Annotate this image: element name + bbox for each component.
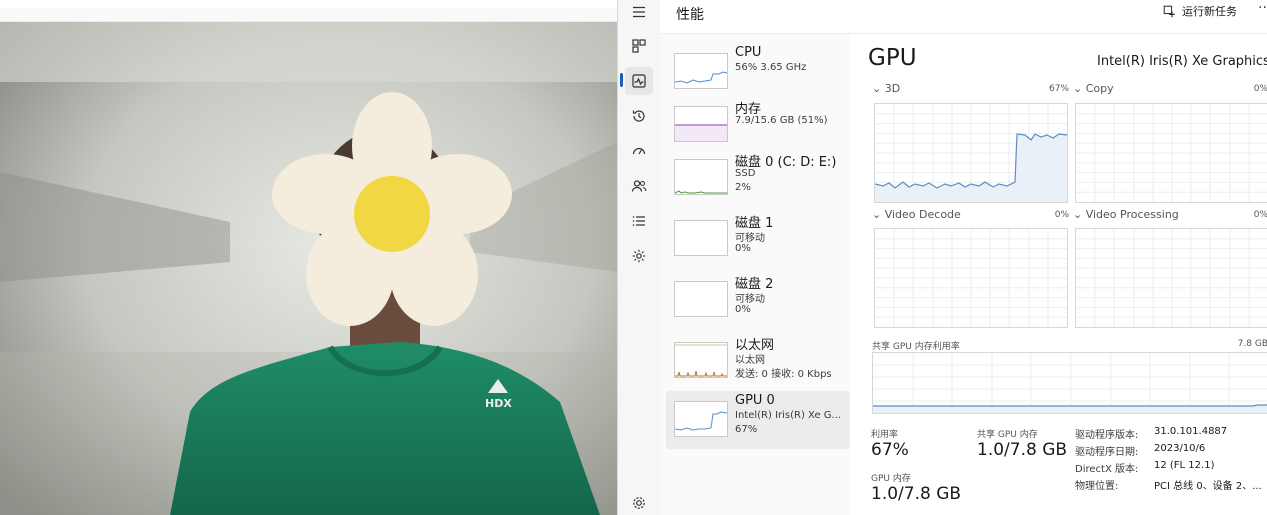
app-history-icon[interactable] xyxy=(625,102,653,130)
utilization-label: 利用率 xyxy=(871,430,899,440)
physical-location-label: 物理位置: xyxy=(1075,481,1119,492)
nav-rail xyxy=(618,0,660,515)
engine-selector-video-decode[interactable]: ⌄ Video Decode xyxy=(872,208,961,221)
photo-toolbar xyxy=(0,0,617,22)
gpu-detail-panel: GPU Intel(R) Iris(R) Xe Graphics ⌄ 3D 67… xyxy=(861,34,1267,515)
startup-icon[interactable] xyxy=(625,137,653,165)
directx-version-value: 12 (FL 12.1) xyxy=(1154,460,1215,471)
utilization-value: 67% xyxy=(871,440,909,460)
engine-pct-copy: 0% xyxy=(1253,84,1267,94)
shared-memory-max: 7.8 GB xyxy=(1237,339,1267,349)
svg-text:HDX: HDX xyxy=(485,397,512,410)
resource-detail: 可移动 xyxy=(735,294,765,305)
resource-name: CPU xyxy=(735,45,762,60)
run-new-task-button[interactable]: 运行新任务 xyxy=(1163,3,1237,19)
driver-version-label: 驱动程序版本: xyxy=(1075,430,1139,441)
resource-detail: Intel(R) Iris(R) Xe G... xyxy=(735,410,842,421)
disk1-thumbnail-graph xyxy=(674,220,728,256)
resource-item-disk-0[interactable]: 磁盘 0 (C: D: E:) SSD 2% xyxy=(666,149,850,207)
shared-gpu-memory-label: 共享 GPU 内存 xyxy=(977,430,1038,440)
driver-date-value: 2023/10/6 xyxy=(1154,443,1206,454)
resource-item-disk-2[interactable]: 磁盘 2 可移动 0% xyxy=(666,271,850,329)
performance-icon[interactable] xyxy=(625,67,653,95)
resource-detail: 以太网 xyxy=(735,355,765,366)
resource-list: CPU 56% 3.65 GHz 内存 7.9/15.6 GB (51%) 磁盘… xyxy=(660,34,850,515)
resource-name: GPU 0 xyxy=(735,393,775,408)
cpu-thumbnail-graph xyxy=(674,53,728,89)
gpu-memory-value: 1.0/7.8 GB xyxy=(871,484,962,504)
resource-detail: 可移动 xyxy=(735,233,765,244)
graph-video-processing xyxy=(1075,228,1267,328)
driver-version-value: 31.0.101.4887 xyxy=(1154,426,1228,437)
details-icon[interactable] xyxy=(625,207,653,235)
run-new-task-label: 运行新任务 xyxy=(1182,5,1237,18)
engine-selector-video-processing[interactable]: ⌄ Video Processing xyxy=(1073,208,1179,221)
resource-usage: 67% xyxy=(735,424,758,435)
page-title: 性能 xyxy=(676,7,704,23)
task-manager-window: 性能 运行新任务 ··· CPU 56% 3.65 GHz 内存 7.9/15.… xyxy=(617,0,1267,515)
gpu-device-name: Intel(R) Iris(R) Xe Graphics xyxy=(1097,54,1267,69)
resource-item-memory[interactable]: 内存 7.9/15.6 GB (51%) xyxy=(666,96,850,154)
photo-image: HDX xyxy=(0,22,617,515)
settings-icon[interactable] xyxy=(625,489,653,515)
disk0-thumbnail-graph xyxy=(674,159,728,195)
photo-viewer: HDX xyxy=(0,0,617,515)
run-task-icon xyxy=(1163,5,1175,17)
disk2-thumbnail-graph xyxy=(674,281,728,317)
shared-memory-graph-label: 共享 GPU 内存利用率 xyxy=(872,342,960,352)
services-icon[interactable] xyxy=(625,242,653,270)
shared-gpu-memory-value: 1.0/7.8 GB xyxy=(977,440,1068,460)
resource-item-cpu[interactable]: CPU 56% 3.65 GHz xyxy=(666,43,850,101)
processes-icon[interactable] xyxy=(625,32,653,60)
graph-shared-memory xyxy=(872,352,1267,414)
resource-usage: 0% xyxy=(735,304,751,315)
active-indicator xyxy=(620,73,623,87)
gpu0-thumbnail-graph xyxy=(674,401,728,437)
physical-location-value: PCI 总线 0、设备 2、... xyxy=(1154,481,1262,492)
resource-item-ethernet[interactable]: 以太网 以太网 发送: 0 接收: 0 Kbps xyxy=(666,332,850,390)
gpu-title: GPU xyxy=(868,45,917,71)
resource-detail: SSD xyxy=(735,168,756,179)
engine-pct-video-decode: 0% xyxy=(1054,210,1069,220)
engine-selector-3d[interactable]: ⌄ 3D xyxy=(872,82,900,95)
resource-detail: 7.9/15.6 GB (51%) xyxy=(735,115,828,126)
graph-3d xyxy=(874,103,1068,203)
directx-version-label: DirectX 版本: xyxy=(1075,464,1139,475)
resource-usage: 2% xyxy=(735,182,751,193)
resource-usage: 0% xyxy=(735,243,751,254)
engine-pct-3d: 67% xyxy=(1048,84,1069,94)
more-options-button[interactable]: ··· xyxy=(1258,0,1267,16)
resource-item-disk-1[interactable]: 磁盘 1 可移动 0% xyxy=(666,210,850,268)
resource-usage: 发送: 0 接收: 0 Kbps xyxy=(735,369,832,380)
memory-thumbnail-graph xyxy=(674,106,728,142)
menu-icon[interactable] xyxy=(625,0,653,26)
ethernet-thumbnail-graph xyxy=(674,342,728,378)
driver-date-label: 驱动程序日期: xyxy=(1075,447,1139,458)
graph-video-decode xyxy=(874,228,1068,328)
graph-copy xyxy=(1075,103,1267,203)
resource-item-gpu-0[interactable]: GPU 0 Intel(R) Iris(R) Xe G... 67% xyxy=(666,391,850,449)
gpu-memory-label: GPU 内存 xyxy=(871,474,911,484)
users-icon[interactable] xyxy=(625,172,653,200)
resource-detail: 56% 3.65 GHz xyxy=(735,62,807,73)
engine-pct-video-processing: 0% xyxy=(1253,210,1267,220)
engine-selector-copy[interactable]: ⌄ Copy xyxy=(1073,82,1114,95)
